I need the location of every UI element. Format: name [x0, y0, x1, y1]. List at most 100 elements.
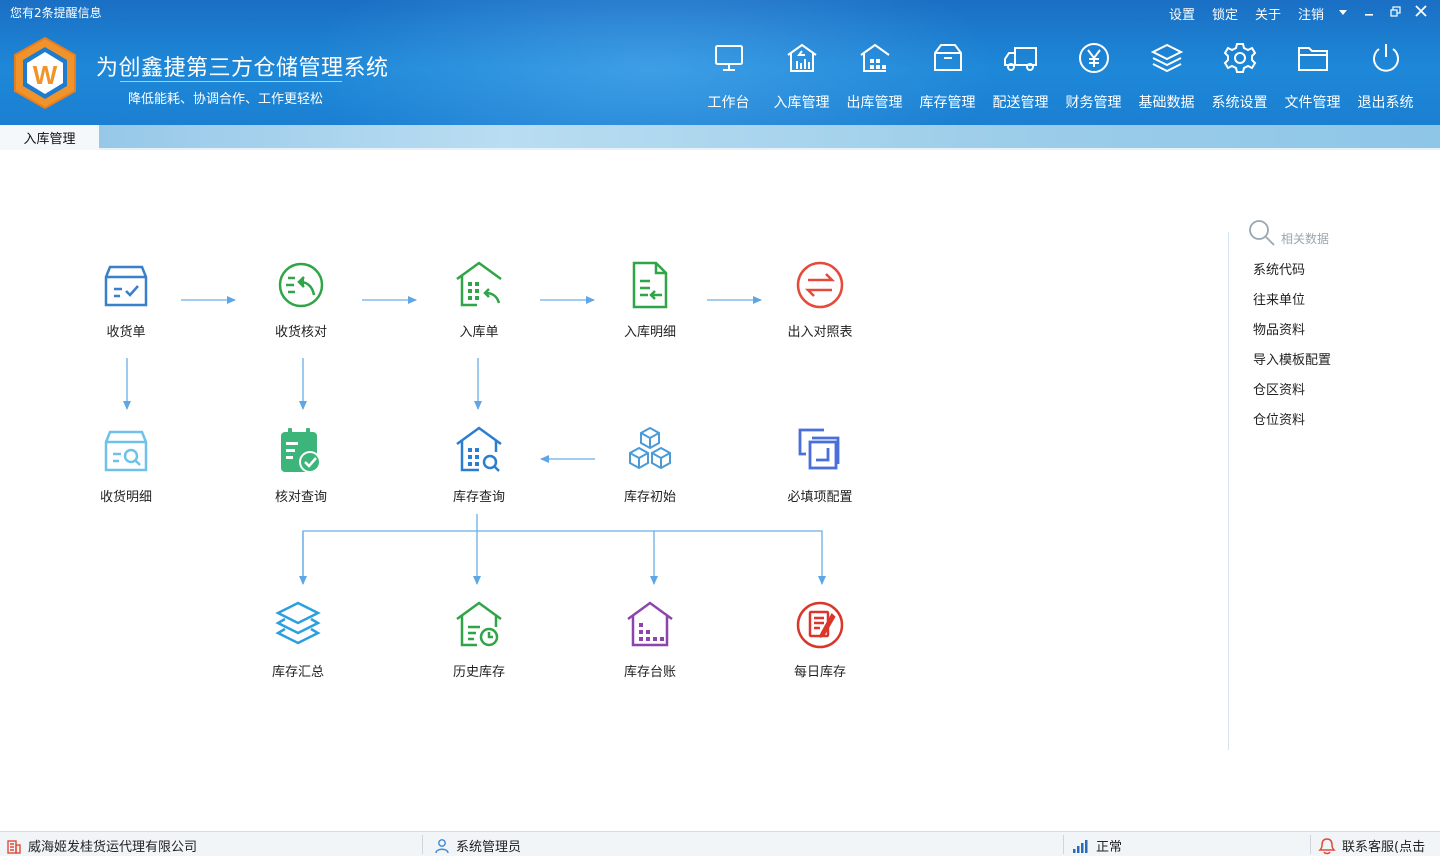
top-links: 设置 锁定 关于 注销: [1169, 0, 1440, 26]
app-title: 为创鑫捷第三方仓储管理系统: [96, 56, 389, 81]
app-logo: W: [12, 36, 78, 110]
contact-support[interactable]: 联系客服(点击: [1318, 836, 1425, 855]
related-search[interactable]: 相关数据: [1247, 218, 1329, 248]
folder-icon: [1295, 40, 1331, 76]
flow-label: 库存查询: [452, 490, 505, 505]
inbound-flow-panel: 收货单 收货核对 入库单 入库明细 出入对照表 收货明细 核对查询 库存查询 库…: [0, 152, 1225, 832]
related-data-panel: 相关数据 系统代码 往来单位 物品资料 导入模板配置 仓区资料 仓位资料: [1228, 220, 1440, 750]
flow-label: 入库明细: [623, 325, 676, 340]
tab-inbound-management[interactable]: 入库管理: [0, 125, 99, 150]
flow-label: 核对查询: [274, 490, 327, 505]
yen-icon: [1076, 40, 1112, 76]
flow-label: 出入对照表: [787, 325, 853, 340]
related-item[interactable]: 仓位资料: [1253, 412, 1331, 442]
company-name: 威海姬发桂货运代理有限公司: [28, 840, 198, 855]
flow-daily-stock[interactable]: 每日库存: [770, 599, 870, 680]
search-icon: [1249, 220, 1275, 246]
nav-outbound[interactable]: 出库管理: [838, 40, 911, 112]
settings-link[interactable]: 设置: [1169, 4, 1195, 23]
monitor-icon: [711, 40, 747, 76]
nav-label: 基础数据: [1138, 95, 1195, 111]
status-divider: [1310, 835, 1311, 854]
search-placeholder: 相关数据: [1281, 231, 1330, 246]
warehouse-ledger-icon: [627, 601, 673, 647]
nav-workbench[interactable]: 工作台: [692, 40, 765, 112]
flow-receipt-detail[interactable]: 收货明细: [76, 424, 176, 505]
truck-icon: [1003, 40, 1039, 76]
flow-label: 收货明细: [99, 490, 152, 505]
related-item[interactable]: 导入模板配置: [1253, 352, 1331, 382]
status-divider: [1063, 835, 1064, 854]
nav-file-management[interactable]: 文件管理: [1276, 40, 1349, 112]
flow-label: 每日库存: [793, 665, 846, 680]
flow-required-config[interactable]: 必填项配置: [770, 424, 870, 505]
nav-system-settings[interactable]: 系统设置: [1203, 40, 1276, 112]
nav-base-data[interactable]: 基础数据: [1130, 40, 1203, 112]
about-link[interactable]: 关于: [1255, 4, 1281, 23]
nav-label: 出库管理: [846, 95, 903, 111]
minimize-icon[interactable]: [1356, 6, 1382, 21]
flow-inbound-order[interactable]: 入库单: [429, 259, 529, 340]
flow-label: 入库单: [459, 325, 499, 340]
status-bar: 威海姬发桂货运代理有限公司 系统管理员 正常 联系客服(点击: [0, 831, 1440, 856]
inbound-order-icon: [456, 261, 502, 307]
receipt-box-icon: [104, 265, 148, 307]
svg-text:W: W: [33, 60, 58, 90]
flow-receipt[interactable]: 收货单: [76, 259, 176, 340]
warehouse-search-icon: [456, 426, 502, 472]
nav-inventory[interactable]: 库存管理: [911, 40, 984, 112]
flow-stock-ledger[interactable]: 库存台账: [600, 599, 700, 680]
inbound-detail-doc-icon: [632, 261, 668, 309]
flow-stock-summary[interactable]: 库存汇总: [248, 599, 348, 680]
lock-link[interactable]: 锁定: [1212, 4, 1238, 23]
nav-label: 库存管理: [919, 95, 976, 111]
company-info: 威海姬发桂货运代理有限公司: [6, 836, 197, 855]
flow-label: 收货单: [106, 325, 146, 340]
nav-inbound[interactable]: 入库管理: [765, 40, 838, 112]
related-item[interactable]: 物品资料: [1253, 322, 1331, 352]
flow-stock-init[interactable]: 库存初始: [600, 424, 700, 505]
nav-label: 退出系统: [1357, 95, 1414, 111]
warehouse-clock-icon: [456, 601, 502, 647]
inbound-warehouse-icon: [784, 40, 820, 76]
reminder-notice[interactable]: 您有2条提醒信息: [10, 4, 102, 21]
flow-stock-query[interactable]: 库存查询: [429, 424, 529, 505]
exchange-arrows-icon: [796, 261, 844, 309]
flow-label: 收货核对: [274, 325, 327, 340]
status-divider: [422, 835, 423, 854]
app-subtitle: 降低能耗、协调合作、工作更轻松: [128, 92, 324, 107]
nav-exit[interactable]: 退出系统: [1349, 40, 1422, 112]
power-icon: [1368, 40, 1404, 76]
flow-check-query[interactable]: 核对查询: [251, 424, 351, 505]
related-item[interactable]: 系统代码: [1253, 262, 1331, 292]
user-icon: [435, 838, 449, 853]
logout-link[interactable]: 注销: [1298, 4, 1324, 23]
building-icon: [7, 839, 21, 854]
flow-receipt-check[interactable]: 收货核对: [251, 259, 351, 340]
dropdown-icon[interactable]: [1330, 6, 1356, 21]
flow-io-compare[interactable]: 出入对照表: [770, 259, 870, 340]
receipt-search-box-icon: [104, 430, 148, 472]
connection-status: 正常: [1072, 836, 1122, 855]
flow-label: 历史库存: [452, 665, 505, 680]
related-item[interactable]: 往来单位: [1253, 292, 1331, 322]
nav-label: 财务管理: [1065, 95, 1122, 111]
main-nav: 工作台 入库管理 出库管理 库存管理 配送管理 财务管理 基础数据 系统设置 文…: [692, 40, 1422, 112]
nav-label: 配送管理: [992, 95, 1049, 111]
related-item[interactable]: 仓区资料: [1253, 382, 1331, 412]
close-icon[interactable]: [1408, 5, 1434, 21]
user-name: 系统管理员: [456, 840, 522, 855]
nav-delivery[interactable]: 配送管理: [984, 40, 1057, 112]
restore-icon[interactable]: [1382, 5, 1408, 21]
cubes-icon: [629, 426, 671, 470]
flow-label: 库存台账: [623, 665, 676, 680]
outbound-warehouse-icon: [857, 40, 893, 76]
clipboard-check-icon: [281, 428, 321, 473]
overlap-squares-icon: [798, 428, 840, 470]
nav-finance[interactable]: 财务管理: [1057, 40, 1130, 112]
nav-label: 工作台: [707, 95, 750, 111]
flow-inbound-detail[interactable]: 入库明细: [600, 259, 700, 340]
app-header: 您有2条提醒信息 设置 锁定 关于 注销 W 为创鑫捷第三方仓储管理系统 降低能…: [0, 0, 1440, 125]
flow-history-stock[interactable]: 历史库存: [429, 599, 529, 680]
flow-label: 必填项配置: [787, 490, 853, 505]
